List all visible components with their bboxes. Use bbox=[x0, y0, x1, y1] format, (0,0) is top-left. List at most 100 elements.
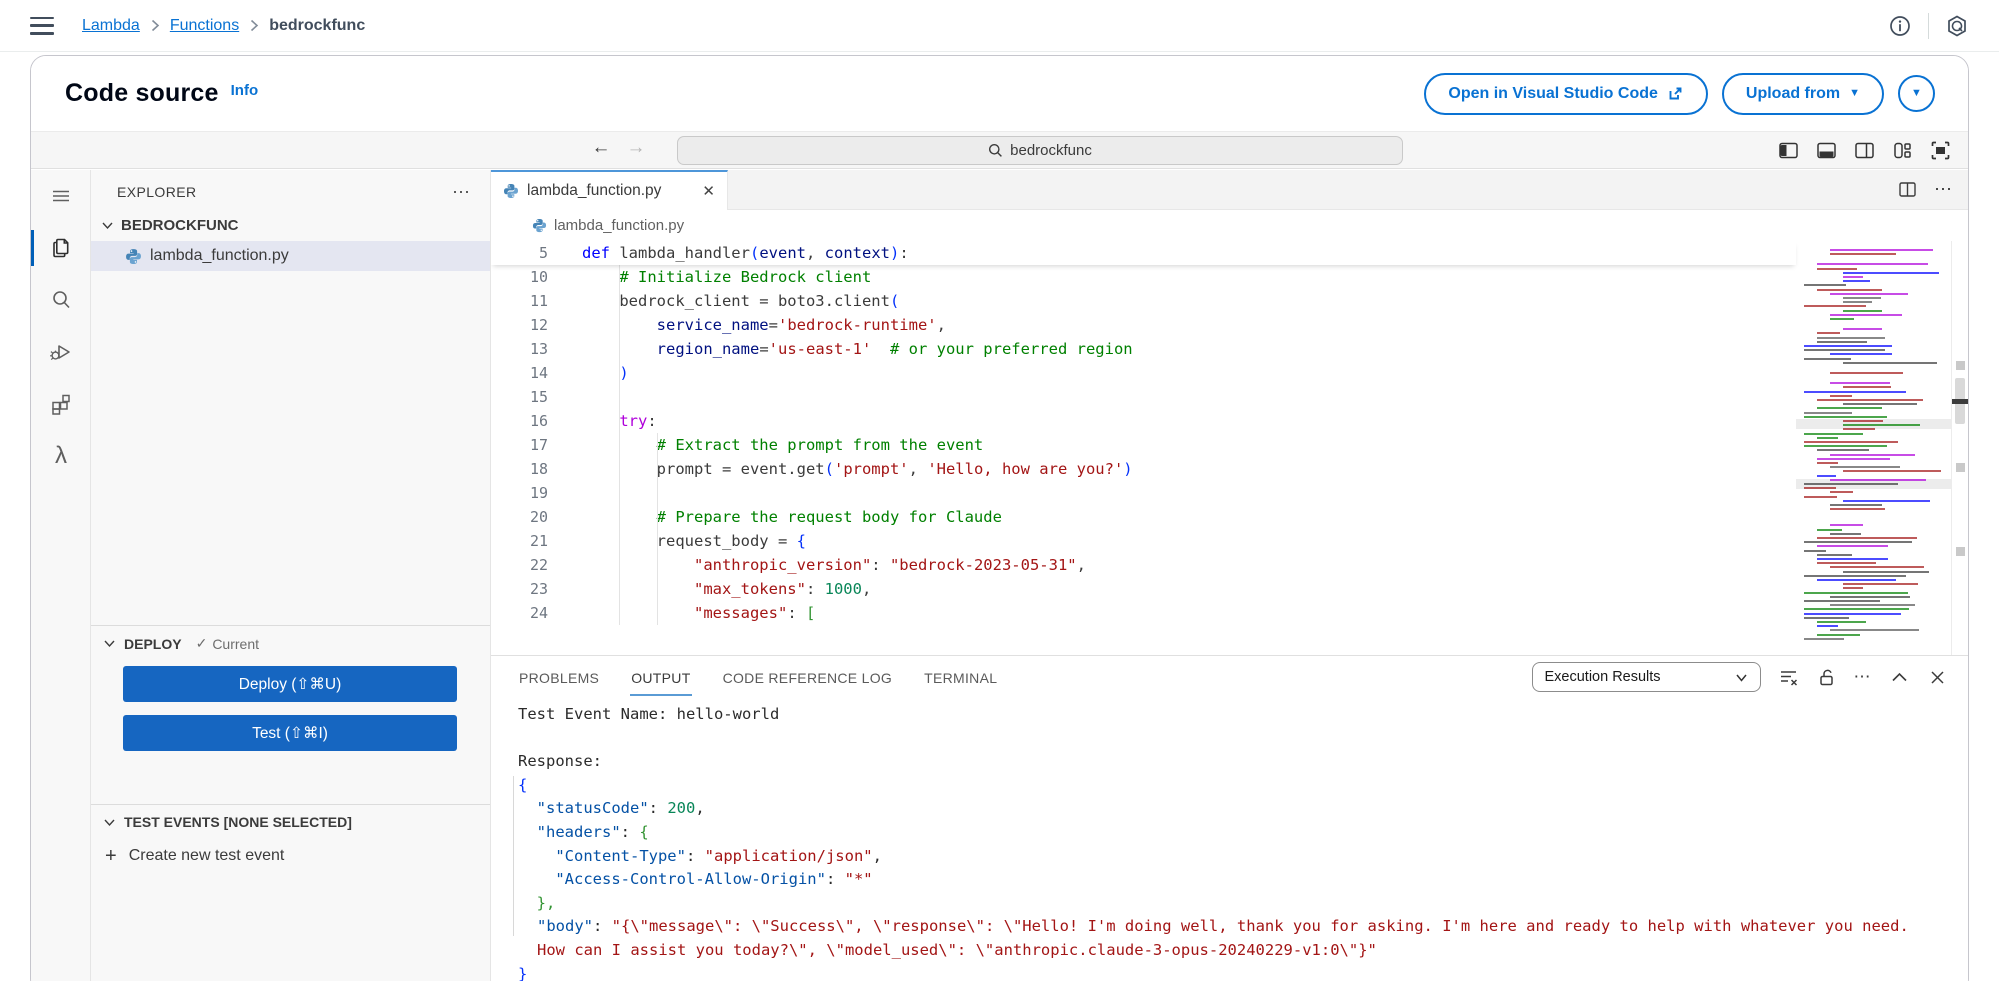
editor-scrollbar[interactable] bbox=[1951, 241, 1968, 655]
code-line[interactable]: 23 "max_tokens": 1000, bbox=[491, 577, 1796, 601]
activitybar-aws-lambda[interactable]: λ bbox=[31, 430, 91, 482]
maximize-panel-icon[interactable] bbox=[1889, 667, 1910, 688]
line-text: ) bbox=[582, 361, 629, 385]
panel-tab-problems[interactable]: PROBLEMS bbox=[518, 659, 600, 696]
fullscreen-icon[interactable] bbox=[1929, 139, 1952, 162]
deploy-status: ✓Current bbox=[196, 635, 259, 652]
code-line[interactable]: 18 prompt = event.get('prompt', 'Hello, … bbox=[491, 457, 1796, 481]
code-line[interactable]: 19 bbox=[491, 481, 1796, 505]
split-editor-icon[interactable] bbox=[1897, 179, 1918, 200]
test-button[interactable]: Test (⇧⌘I) bbox=[123, 715, 457, 751]
execution-results-select[interactable]: Execution Results bbox=[1532, 662, 1761, 692]
info-icon[interactable] bbox=[1888, 14, 1912, 38]
test-events-header[interactable]: TEST EVENTS [NONE SELECTED] bbox=[91, 805, 490, 838]
deploy-button[interactable]: Deploy (⇧⌘U) bbox=[123, 666, 457, 702]
editor-breadcrumb[interactable]: lambda_function.py bbox=[491, 210, 1968, 241]
code-line[interactable]: 15 bbox=[491, 385, 1796, 409]
panel-tabs: PROBLEMS OUTPUT CODE REFERENCE LOG TERMINAL bbox=[518, 659, 998, 696]
more-actions-button[interactable]: ▼ bbox=[1898, 75, 1935, 112]
code-line[interactable]: 5def lambda_handler(event, context): bbox=[491, 241, 909, 265]
code-line[interactable]: 24 "messages": [ bbox=[491, 601, 1796, 625]
code-token: ( bbox=[750, 244, 759, 262]
clear-output-icon[interactable] bbox=[1778, 667, 1799, 688]
breadcrumb-lambda[interactable]: Lambda bbox=[82, 17, 140, 35]
code-line[interactable]: 17 # Extract the prompt from the event bbox=[491, 433, 1796, 457]
navigate-forward-button[interactable]: → bbox=[623, 137, 649, 159]
code-token bbox=[518, 847, 555, 865]
upload-from-button[interactable]: Upload from ▼ bbox=[1722, 73, 1884, 115]
minimap-line bbox=[1830, 596, 1910, 598]
minimap-line bbox=[1843, 301, 1872, 303]
minimap-line bbox=[1830, 318, 1854, 320]
tab-lambda-function[interactable]: lambda_function.py ✕ bbox=[491, 170, 728, 210]
line-text: bedrock_client = boto3.client( bbox=[582, 289, 899, 313]
menu-icon bbox=[48, 183, 74, 209]
code-token: "Access-Control-Allow-Origin" bbox=[555, 870, 826, 888]
code-token: bedrock_client = boto3.client bbox=[582, 292, 890, 310]
panel-tab-terminal[interactable]: TERMINAL bbox=[923, 659, 998, 696]
code-token bbox=[582, 580, 694, 598]
code-line[interactable]: 22 "anthropic_version": "bedrock-2023-05… bbox=[491, 553, 1796, 577]
code-token: ) bbox=[619, 364, 628, 382]
minimap-line bbox=[1843, 272, 1939, 274]
output-console[interactable]: Test Event Name: hello-worldResponse:{ "… bbox=[491, 698, 1968, 981]
activitybar-menu[interactable] bbox=[31, 170, 91, 222]
toggle-secondary-sidebar-icon[interactable] bbox=[1853, 139, 1876, 162]
activitybar-extensions[interactable] bbox=[31, 378, 91, 430]
minimap-line bbox=[1830, 454, 1915, 456]
minimap-line bbox=[1817, 537, 1917, 539]
extensions-icon bbox=[48, 391, 74, 417]
create-test-event-item[interactable]: + Create new test event bbox=[91, 838, 490, 874]
command-search-input[interactable]: bedrockfunc bbox=[677, 136, 1403, 165]
open-in-vscode-button[interactable]: Open in Visual Studio Code bbox=[1424, 73, 1708, 115]
tree-file-lambda-function[interactable]: lambda_function.py bbox=[91, 241, 490, 271]
code-token bbox=[518, 823, 537, 841]
minimap-line bbox=[1843, 571, 1929, 573]
code-line[interactable]: 13 region_name='us-east-1' # or your pre… bbox=[491, 337, 1796, 361]
minimap-line bbox=[1830, 382, 1890, 384]
code-token: 'bedrock-runtime' bbox=[778, 316, 937, 334]
code-line[interactable]: 11 bedrock_client = boto3.client( bbox=[491, 289, 1796, 313]
activitybar-run-debug[interactable] bbox=[31, 326, 91, 378]
breadcrumb: Lambda Functions bedrockfunc bbox=[82, 17, 365, 35]
toggle-panel-icon[interactable] bbox=[1815, 139, 1838, 162]
sticky-scroll-line[interactable]: 5def lambda_handler(event, context): bbox=[491, 241, 1796, 265]
line-text: # Extract the prompt from the event bbox=[582, 433, 983, 457]
minimap[interactable] bbox=[1796, 241, 1951, 655]
chevron-down-icon bbox=[1735, 671, 1748, 684]
customize-layout-icon[interactable] bbox=[1891, 139, 1914, 162]
menu-icon[interactable] bbox=[30, 17, 54, 35]
test-events-section: TEST EVENTS [NONE SELECTED] + Create new… bbox=[91, 804, 490, 874]
tab-close-icon[interactable]: ✕ bbox=[702, 182, 715, 200]
amazon-q-icon[interactable] bbox=[1945, 14, 1969, 38]
panel-tab-output[interactable]: OUTPUT bbox=[630, 659, 691, 696]
activitybar-explorer[interactable] bbox=[31, 222, 91, 274]
code-line[interactable]: 14 ) bbox=[491, 361, 1796, 385]
unlock-icon[interactable] bbox=[1816, 667, 1837, 688]
code-token: ( bbox=[890, 292, 899, 310]
code-editor[interactable]: 5def lambda_handler(event, context): 10 … bbox=[491, 241, 1968, 655]
toggle-sidebar-icon[interactable] bbox=[1777, 139, 1800, 162]
code-token: , bbox=[909, 460, 928, 478]
panel-tab-code-reference-log[interactable]: CODE REFERENCE LOG bbox=[722, 659, 894, 696]
tree-folder-bedrockfunc[interactable]: BEDROCKFUNC bbox=[91, 210, 490, 241]
breadcrumb-functions[interactable]: Functions bbox=[170, 17, 239, 35]
code-line[interactable]: 21 request_body = { bbox=[491, 529, 1796, 553]
search-value: bedrockfunc bbox=[1010, 142, 1092, 159]
info-link[interactable]: Info bbox=[231, 82, 259, 99]
activitybar-search[interactable] bbox=[31, 274, 91, 326]
code-line[interactable]: 10 # Initialize Bedrock client bbox=[491, 265, 1796, 289]
minimap-line bbox=[1830, 466, 1900, 468]
explorer-title: EXPLORER bbox=[117, 184, 196, 200]
code-token: ) bbox=[890, 244, 899, 262]
code-line[interactable]: 16 try: bbox=[491, 409, 1796, 433]
code-token: , bbox=[862, 580, 871, 598]
code-line[interactable]: 12 service_name='bedrock-runtime', bbox=[491, 313, 1796, 337]
minimap-line bbox=[1817, 437, 1838, 439]
deploy-section-header[interactable]: DEPLOY ✓Current bbox=[91, 626, 490, 660]
code-line[interactable]: 20 # Prepare the request body for Claude bbox=[491, 505, 1796, 529]
file-label: lambda_function.py bbox=[150, 247, 289, 265]
ellipsis-icon[interactable]: ⋯ bbox=[1934, 179, 1954, 200]
close-panel-icon[interactable] bbox=[1927, 667, 1948, 688]
navigate-back-button[interactable]: ← bbox=[588, 137, 614, 159]
